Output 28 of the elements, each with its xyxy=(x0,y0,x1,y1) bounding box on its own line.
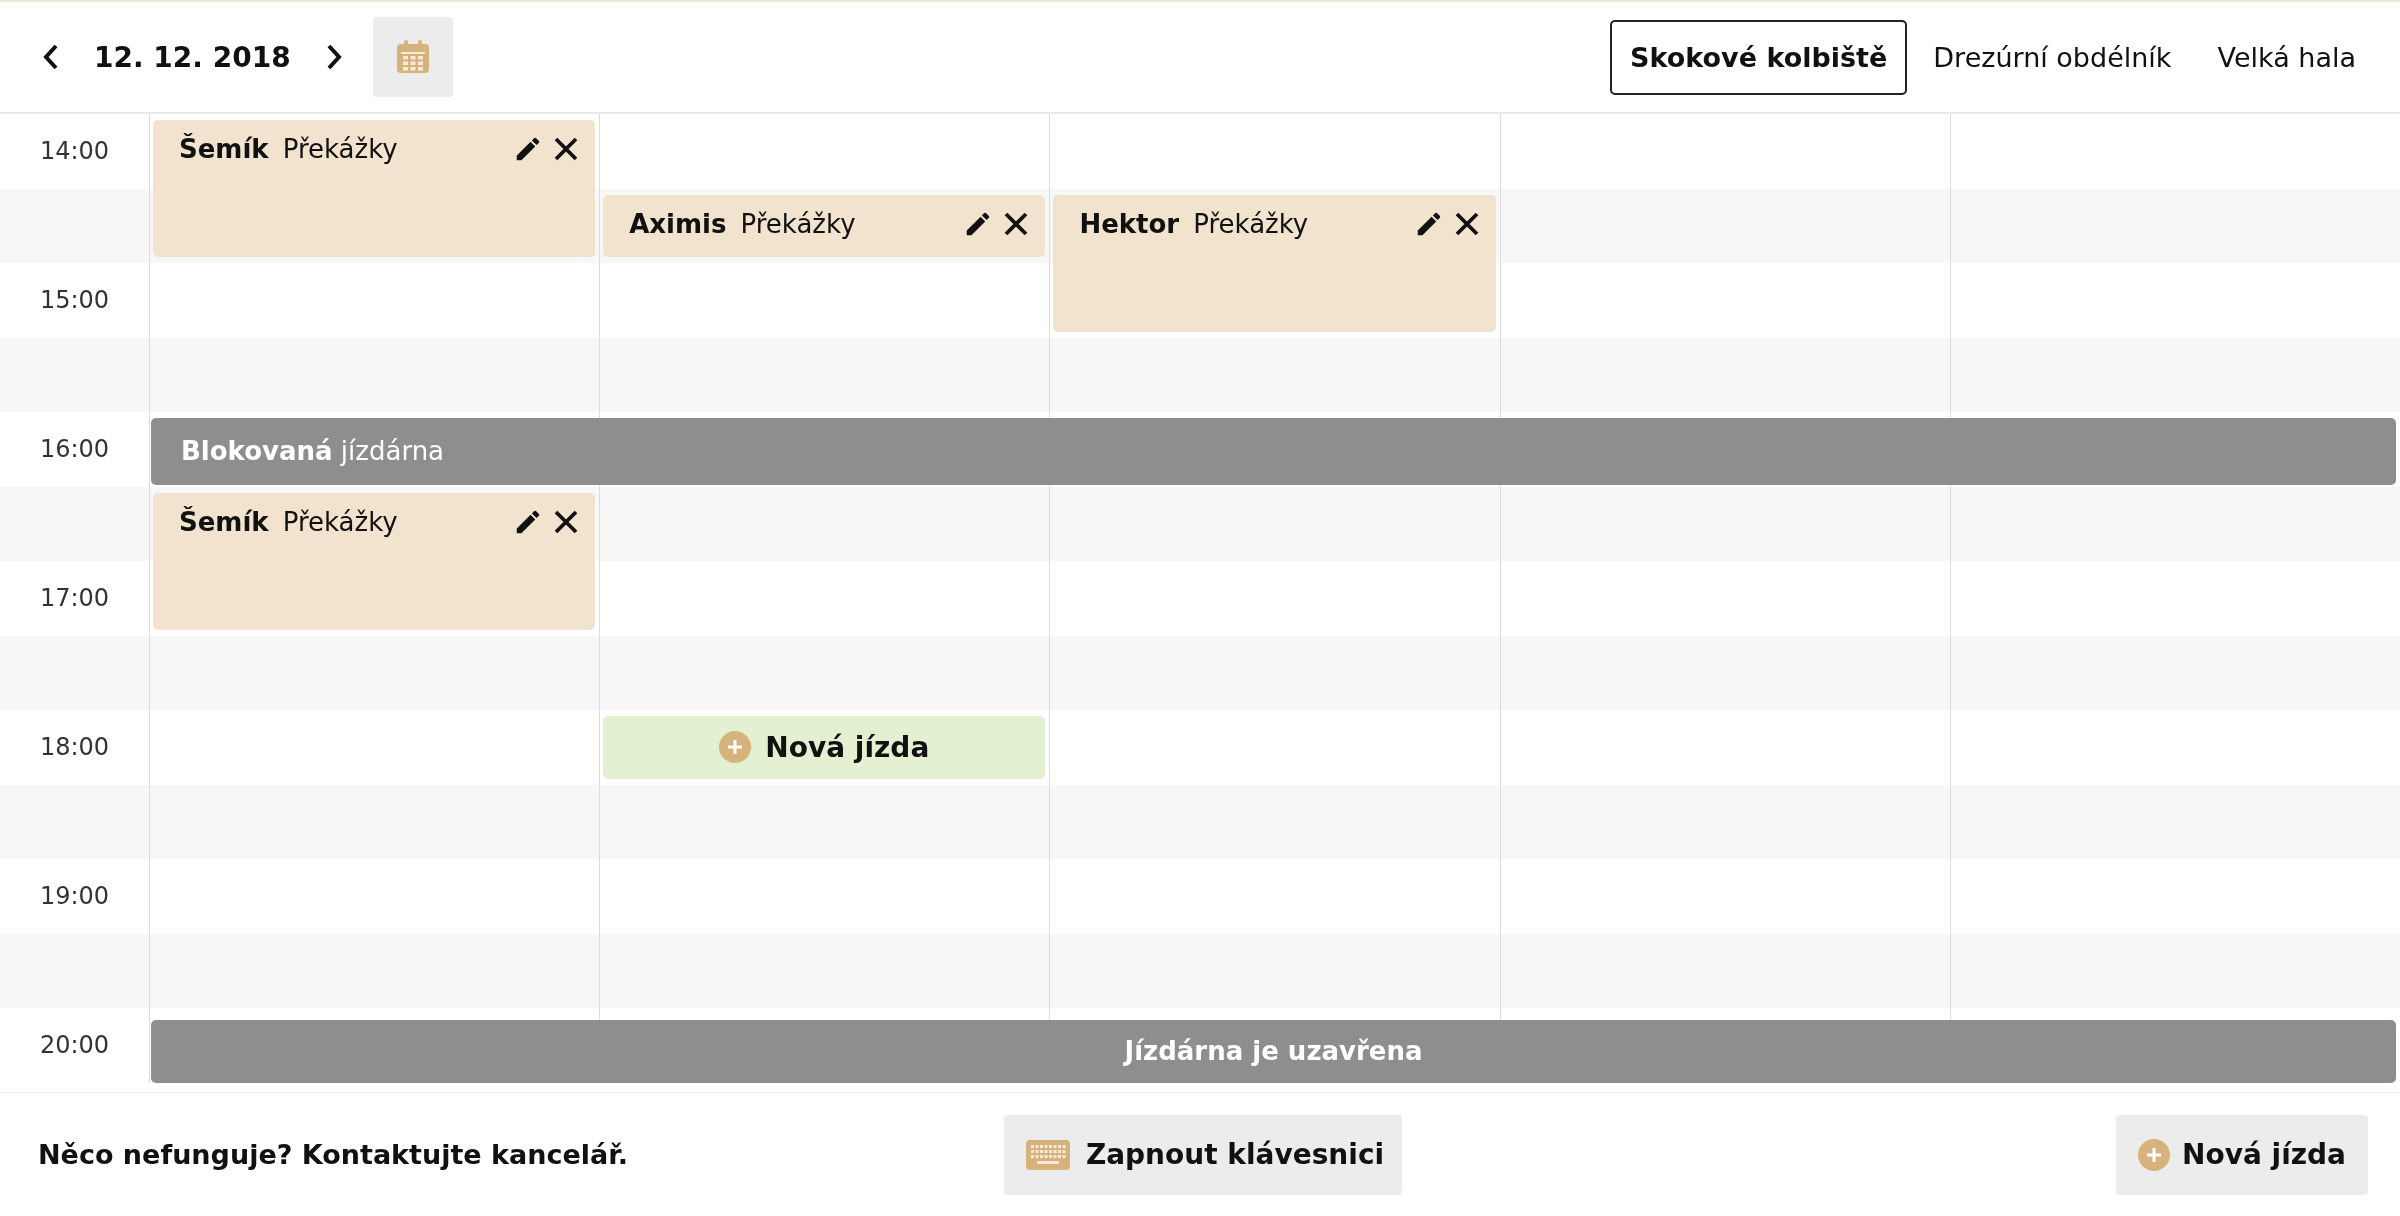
horse-name: Šemík xyxy=(179,506,269,537)
discipline-label: Překážky xyxy=(1193,208,1310,239)
keyboard-icon xyxy=(1025,1139,1070,1170)
arena-tab[interactable]: Skokové kolbiště xyxy=(1610,19,1908,95)
discipline-label: Překážky xyxy=(282,506,399,537)
date-label: 12. 12. 2018 xyxy=(94,40,291,74)
plus-icon xyxy=(719,731,752,764)
horse-name: Hektor xyxy=(1079,208,1180,239)
time-label: 14:00 xyxy=(38,136,111,168)
closed-label: Jízdárna je uzavřena xyxy=(1124,1036,1423,1067)
keyboard-button[interactable]: Zapnout klávesnici xyxy=(1003,1114,1403,1195)
time-label: 16:00 xyxy=(38,434,111,466)
plus-icon xyxy=(2138,1138,2170,1171)
discipline-label: Překážky xyxy=(282,134,399,164)
discipline-label: Překážky xyxy=(740,208,857,239)
new-ride-button[interactable]: Nová jízda xyxy=(603,716,1046,779)
new-ride-button[interactable]: Nová jízda xyxy=(2116,1114,2368,1195)
arena-tab[interactable]: Velká hala xyxy=(2197,19,2376,95)
blocked-label: Blokovaná jízdárna xyxy=(181,436,445,467)
horse-name: Aximis xyxy=(629,208,727,239)
arena-tab[interactable]: Drezúrní obdélník xyxy=(1913,19,2192,95)
time-label: 18:00 xyxy=(38,732,111,764)
time-label: 19:00 xyxy=(38,881,111,913)
time-label: 15:00 xyxy=(38,285,111,317)
time-label: 20:00 xyxy=(38,1030,111,1062)
time-label: 17:00 xyxy=(38,583,111,615)
horse-name: Šemík xyxy=(179,134,269,164)
help-text: Něco nefunguje? Kontaktujte kancelář. xyxy=(38,1139,628,1170)
